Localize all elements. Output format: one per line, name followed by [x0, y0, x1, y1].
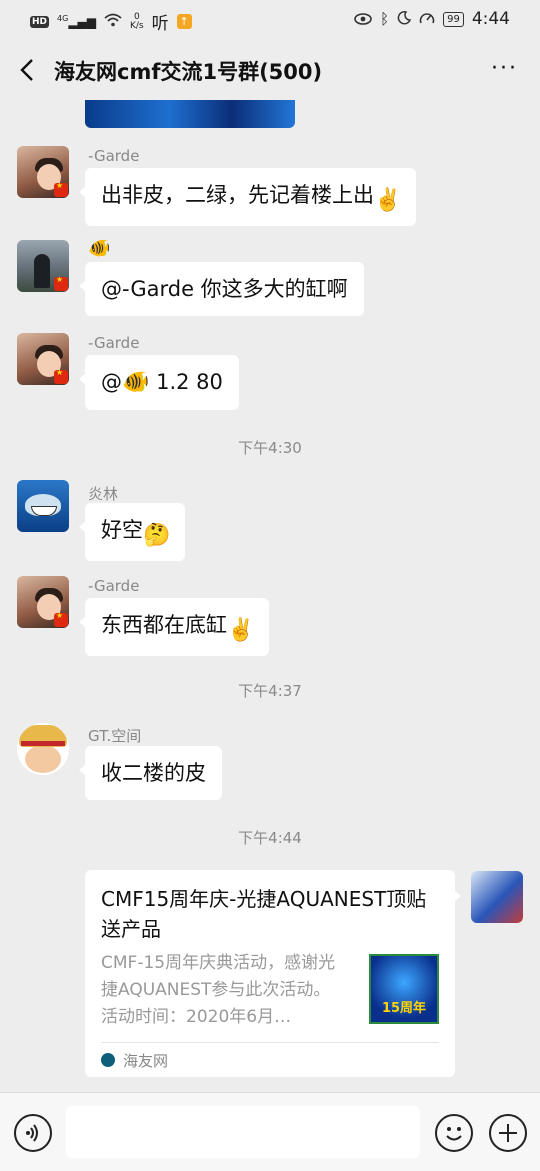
message-bubble[interactable]: @🐠 1.2 80	[79, 355, 239, 410]
timestamp: 下午4:44	[238, 829, 302, 847]
ting-icon: 听	[151, 14, 169, 34]
message-bubble[interactable]: 好空🤔	[79, 503, 185, 561]
chat-header: 海友网cmf交流1号群(500) ···	[0, 40, 540, 100]
avatar-person	[34, 254, 50, 288]
more-options-button[interactable]: ···	[491, 56, 518, 81]
thumbnail-caption: 15周年	[381, 1001, 427, 1016]
thinking-face-emoji: 🤔	[143, 523, 171, 548]
status-bar: HD 4G▂▄▆ 0 K/s 听 ↑ ᛒ 99 4:44	[0, 0, 540, 40]
fish-emoji: 🐠	[122, 370, 150, 395]
message-bubble[interactable]: @-Garde 你这多大的缸啊	[79, 262, 364, 316]
clock: 4:44	[471, 9, 510, 29]
message-text: 东西都在底缸	[101, 613, 227, 637]
chevron-left-icon	[20, 59, 33, 81]
sender-name: -Garde	[88, 577, 140, 595]
divider	[101, 1042, 439, 1043]
message-bubble[interactable]: 出非皮，二绿，先记着楼上出✌️	[79, 168, 416, 226]
net-speed-unit: K/s	[130, 20, 144, 31]
signal-label: 4G	[57, 14, 69, 23]
battery-indicator: 99	[443, 11, 464, 27]
message-text: 收二楼的皮	[101, 761, 206, 785]
avatar[interactable]	[17, 240, 69, 292]
link-card-source: 海友网	[123, 1052, 169, 1070]
message-bubble[interactable]: 东西都在底缸✌️	[79, 598, 269, 656]
sender-name: -Garde	[88, 147, 140, 165]
avatar[interactable]	[17, 723, 69, 775]
link-card-description: CMF-15周年庆典活动，感谢光捷AQUANEST参与此次活动。活动时间：202…	[101, 953, 336, 1027]
timestamp: 下午4:37	[238, 682, 302, 700]
chat-title: 海友网cmf交流1号群(500)	[54, 60, 323, 84]
china-flag-icon	[54, 275, 68, 291]
link-card-title: CMF15周年庆-光捷AQUANEST顶贴送产品	[101, 887, 427, 941]
back-button[interactable]	[14, 54, 44, 86]
net-speed: 0 K/s	[130, 12, 144, 31]
hd-badge: HD	[30, 15, 50, 28]
message-text: @-Garde 你这多大的缸啊	[101, 277, 348, 301]
source-logo-icon	[101, 1053, 115, 1067]
speed-gauge-icon	[419, 10, 435, 29]
message-bubble[interactable]: 收二楼的皮	[79, 746, 222, 800]
link-card[interactable]: CMF15周年庆-光捷AQUANEST顶贴送产品 CMF-15周年庆典活动，感谢…	[85, 870, 461, 1077]
message-text: 好空	[101, 518, 143, 542]
message-list[interactable]: -Garde 出非皮，二绿，先记着楼上出✌️ 🐠 @-Garde 你这多大的缸啊…	[0, 100, 540, 1092]
victory-hand-emoji: ✌️	[227, 618, 255, 643]
message-input[interactable]	[66, 1106, 420, 1158]
voice-input-button[interactable]	[14, 1114, 52, 1152]
avatar[interactable]	[17, 576, 69, 628]
sender-name: 炎林	[88, 485, 119, 503]
victory-hand-emoji: ✌️	[374, 188, 402, 213]
smiley-icon	[446, 1127, 462, 1141]
update-icon: ↑	[176, 14, 192, 29]
avatar-face	[25, 745, 61, 773]
more-functions-button[interactable]	[489, 1114, 527, 1152]
avatar[interactable]	[17, 146, 69, 198]
own-avatar[interactable]	[471, 871, 523, 923]
wifi-icon	[104, 12, 122, 31]
bluetooth-icon: ᛒ	[380, 10, 390, 28]
china-flag-icon	[54, 181, 68, 197]
image-message-partial[interactable]	[85, 100, 295, 128]
link-card-thumbnail: 15周年	[369, 954, 439, 1024]
avatar[interactable]	[17, 480, 69, 532]
plus-icon	[499, 1124, 517, 1142]
signal-icon: 4G▂▄▆	[57, 14, 96, 29]
moon-icon	[397, 10, 412, 29]
avatar[interactable]	[17, 333, 69, 385]
china-flag-icon	[54, 611, 68, 627]
timestamp: 下午4:30	[238, 439, 302, 457]
message-text: 1.2 80	[149, 370, 223, 394]
sender-name: 🐠	[88, 238, 111, 259]
voice-icon	[26, 1124, 38, 1142]
sender-name: GT.空间	[88, 727, 142, 745]
avatar-hat-band	[21, 741, 65, 746]
emoji-button[interactable]	[435, 1114, 473, 1152]
message-text: 出非皮，二绿，先记着楼上出	[101, 183, 374, 207]
sender-name: -Garde	[88, 334, 140, 352]
input-bar	[0, 1092, 540, 1171]
china-flag-icon	[54, 368, 68, 384]
eye-icon	[354, 10, 372, 29]
message-prefix: @	[101, 370, 122, 394]
